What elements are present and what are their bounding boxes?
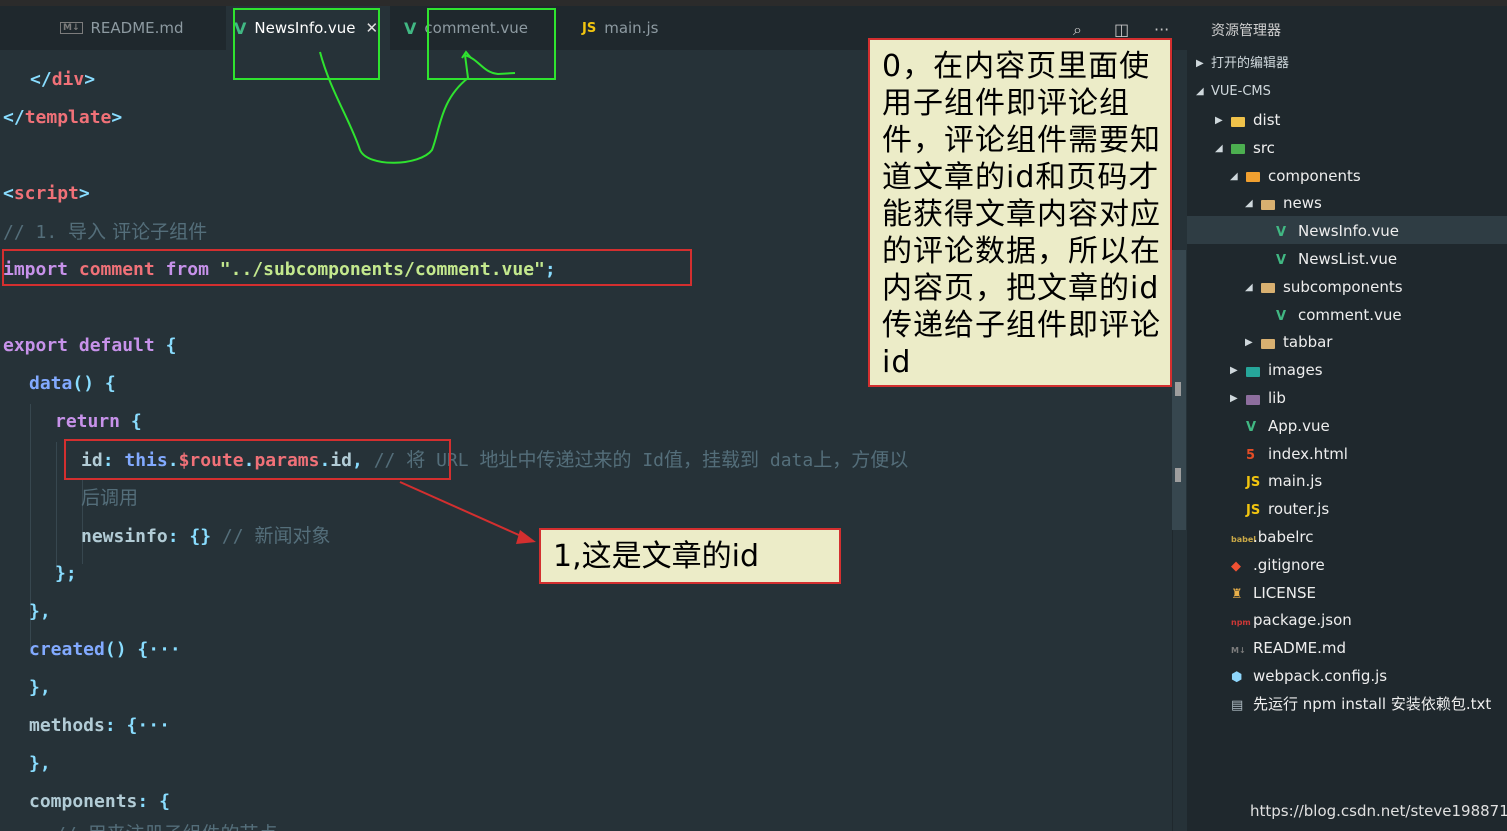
red-pointer-arrow (399, 481, 531, 541)
red-arrowhead (516, 530, 536, 544)
annotation-note-0: 0，在内容页里面使用子组件即评论组件，评论组件需要知道文章的id和页码才能获得文… (868, 38, 1172, 387)
annotation-note-1: 1,这是文章的id (539, 528, 841, 584)
annotation-arrows (319, 50, 536, 544)
green-link-arrow (319, 51, 516, 164)
